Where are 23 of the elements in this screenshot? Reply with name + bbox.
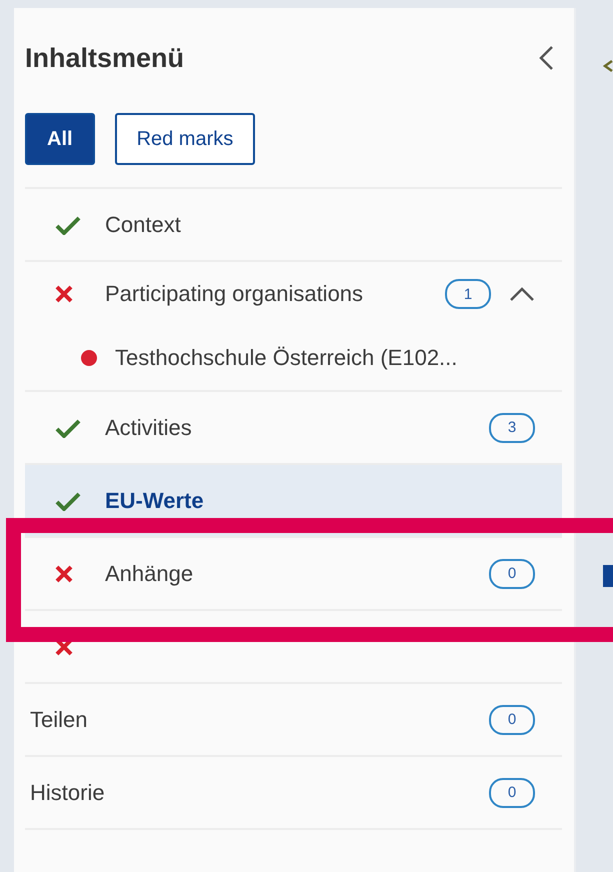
menu-item[interactable]: Teilen 0 bbox=[25, 684, 562, 755]
menu-item[interactable]: Historie 0 bbox=[25, 757, 562, 828]
count-badge: 0 bbox=[489, 704, 535, 734]
count-badge: 3 bbox=[489, 412, 535, 442]
sub-menu-item[interactable]: Testhochschule Österreich (E102... bbox=[25, 326, 562, 390]
chevron-up-icon[interactable] bbox=[509, 286, 535, 302]
checkmark-icon bbox=[55, 418, 81, 438]
filter-button[interactable]: Red marks bbox=[114, 113, 256, 165]
error-dot bbox=[81, 350, 97, 366]
cross-icon bbox=[55, 564, 73, 582]
menu-item[interactable]: Context bbox=[25, 189, 562, 260]
collapse-icon[interactable] bbox=[538, 45, 554, 71]
count-badge: 0 bbox=[489, 778, 535, 808]
panel-title: Inhaltsmenü bbox=[25, 42, 184, 74]
count-badge: 0 bbox=[489, 558, 535, 588]
filter-button[interactable]: All bbox=[25, 113, 95, 165]
count-badge: 1 bbox=[445, 279, 491, 309]
checkmark-icon bbox=[55, 214, 81, 234]
checkmark-icon bbox=[55, 490, 81, 510]
menu-item[interactable]: Anhänge 0 bbox=[25, 538, 562, 609]
menu-item[interactable]: Participating organisations 1 bbox=[25, 262, 562, 326]
menu-item[interactable]: Activities 3 bbox=[25, 392, 562, 463]
cross-icon bbox=[55, 285, 73, 303]
